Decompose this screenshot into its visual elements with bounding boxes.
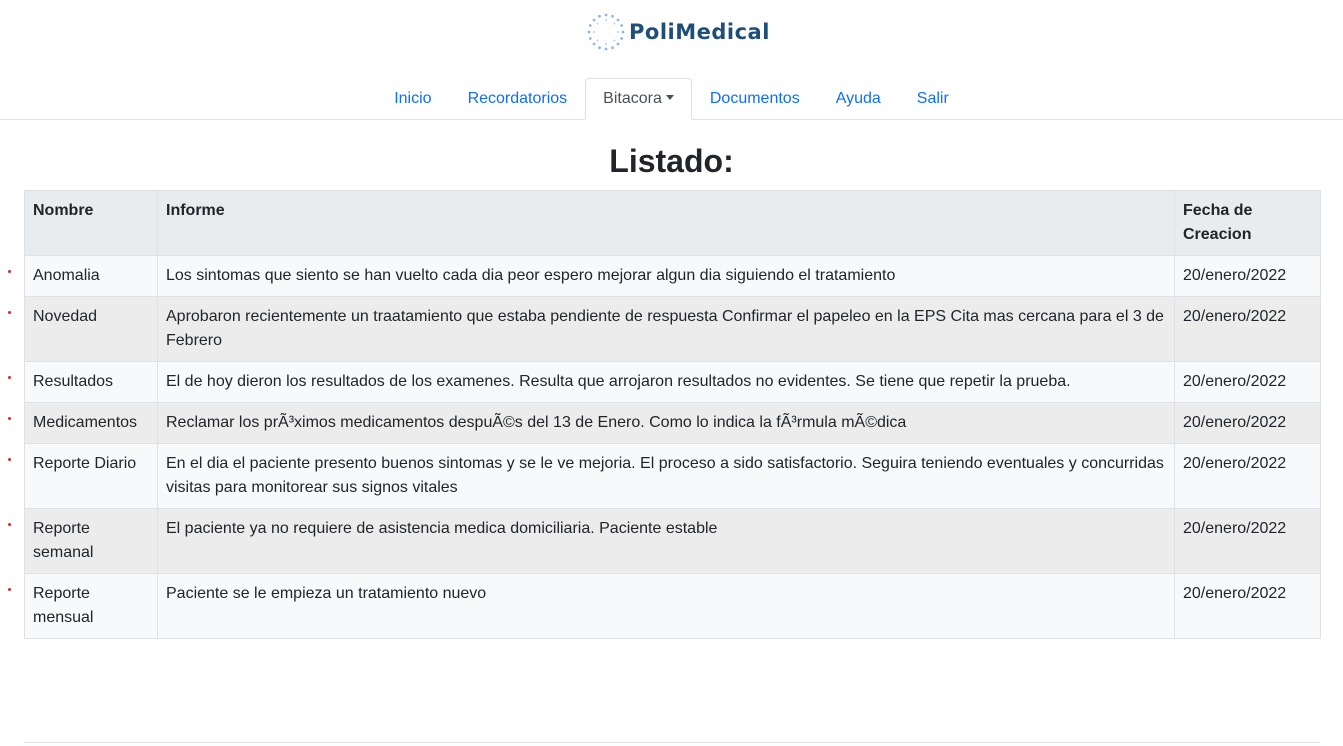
cell-fecha: 20/enero/2022 bbox=[1174, 296, 1321, 362]
nav-inicio[interactable]: Inicio bbox=[376, 78, 449, 120]
nav-bitacora-label: Bitacora bbox=[603, 90, 662, 107]
cell-informe: Aprobaron recientemente un traatamiento … bbox=[157, 296, 1175, 362]
bullet-icon bbox=[8, 311, 11, 314]
bullet-icon bbox=[8, 417, 11, 420]
bullet-icon bbox=[8, 376, 11, 379]
table-row: Medicamentos Reclamar los prÃ³ximos medi… bbox=[8, 402, 1321, 444]
cell-informe: Paciente se le empieza un tratamiento nu… bbox=[157, 573, 1175, 639]
nav-recordatorios[interactable]: Recordatorios bbox=[450, 78, 586, 120]
nav-ayuda[interactable]: Ayuda bbox=[818, 78, 899, 120]
table-header: Nombre Informe Fecha de Creacion bbox=[24, 190, 1321, 256]
nav-documentos[interactable]: Documentos bbox=[692, 78, 818, 120]
cell-nombre: Resultados bbox=[8, 361, 158, 403]
cell-nombre: Anomalia bbox=[8, 255, 158, 297]
cell-informe: El de hoy dieron los resultados de los e… bbox=[157, 361, 1175, 403]
bitacora-table: Nombre Informe Fecha de Creacion Anomali… bbox=[8, 190, 1321, 639]
cell-nombre-text: Reporte mensual bbox=[33, 585, 94, 626]
cell-informe: Reclamar los prÃ³ximos medicamentos desp… bbox=[157, 402, 1175, 444]
cell-fecha: 20/enero/2022 bbox=[1174, 402, 1321, 444]
nav-bitacora-dropdown[interactable]: Bitacora bbox=[585, 78, 692, 120]
cell-fecha: 20/enero/2022 bbox=[1174, 361, 1321, 403]
cell-informe: El paciente ya no requiere de asistencia… bbox=[157, 508, 1175, 574]
polimedical-logo-icon bbox=[587, 13, 625, 51]
bullet-icon bbox=[8, 270, 11, 273]
brand-name: PoliMedical bbox=[629, 20, 770, 44]
table-row: Novedad Aprobaron recientemente un traat… bbox=[8, 296, 1321, 362]
cell-nombre-text: Medicamentos bbox=[33, 414, 138, 431]
cell-nombre: Reporte Diario bbox=[8, 443, 158, 509]
cell-nombre: Reporte semanal bbox=[8, 508, 158, 574]
cell-fecha: 20/enero/2022 bbox=[1174, 443, 1321, 509]
cell-nombre: Medicamentos bbox=[8, 402, 158, 444]
table-row: Reporte mensual Paciente se le empieza u… bbox=[8, 573, 1321, 639]
cell-nombre-text: Resultados bbox=[33, 373, 114, 390]
table-row: Anomalia Los sintomas que siento se han … bbox=[8, 255, 1321, 297]
bullet-icon bbox=[8, 523, 11, 526]
cell-nombre-text: Reporte Diario bbox=[33, 455, 137, 472]
nav-salir[interactable]: Salir bbox=[899, 78, 967, 120]
bullet-icon bbox=[8, 588, 11, 591]
bullet-icon bbox=[8, 458, 11, 461]
main-nav: Inicio Recordatorios Bitacora Documentos… bbox=[0, 78, 1343, 120]
table-body: Anomalia Los sintomas que siento se han … bbox=[8, 255, 1321, 639]
footer-divider bbox=[24, 742, 1320, 743]
cell-fecha: 20/enero/2022 bbox=[1174, 508, 1321, 574]
cell-informe: En el dia el paciente presento buenos si… bbox=[157, 443, 1175, 509]
table-row: Reporte Diario En el dia el paciente pre… bbox=[8, 443, 1321, 509]
header-informe: Informe bbox=[157, 190, 1175, 256]
cell-fecha: 20/enero/2022 bbox=[1174, 255, 1321, 297]
cell-nombre-text: Reporte semanal bbox=[33, 520, 94, 561]
cell-nombre: Novedad bbox=[8, 296, 158, 362]
cell-informe: Los sintomas que siento se han vuelto ca… bbox=[157, 255, 1175, 297]
header-nombre: Nombre bbox=[24, 190, 158, 256]
cell-fecha: 20/enero/2022 bbox=[1174, 573, 1321, 639]
table-row: Resultados El de hoy dieron los resultad… bbox=[8, 361, 1321, 403]
table-header-row: Nombre Informe Fecha de Creacion bbox=[24, 190, 1321, 256]
bitacora-table-container: Nombre Informe Fecha de Creacion Anomali… bbox=[8, 190, 1321, 639]
brand[interactable]: PoliMedical bbox=[585, 10, 770, 54]
caret-down-icon bbox=[665, 94, 674, 100]
header-fecha: Fecha de Creacion bbox=[1174, 190, 1321, 256]
cell-nombre-text: Novedad bbox=[33, 308, 98, 325]
cell-nombre: Reporte mensual bbox=[8, 573, 158, 639]
cell-nombre-text: Anomalia bbox=[33, 267, 100, 284]
table-row: Reporte semanal El paciente ya no requie… bbox=[8, 508, 1321, 574]
page-title: Listado: bbox=[609, 143, 734, 179]
site-header: PoliMedical Inicio Recordatorios Bitacor… bbox=[0, 0, 1343, 120]
